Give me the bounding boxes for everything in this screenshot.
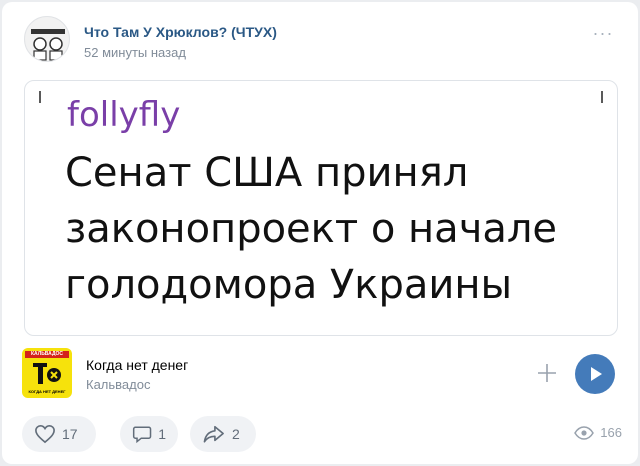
meme-text: Сенат США принял законопроект о начале г…: [65, 145, 605, 313]
meme-text-line: голодомора Украины: [65, 262, 513, 308]
track-title[interactable]: Когда нет денег: [86, 357, 188, 373]
like-button[interactable]: 17: [22, 416, 96, 452]
play-button[interactable]: [575, 354, 615, 394]
eye-icon: [574, 425, 595, 440]
view-count: 166: [600, 425, 622, 440]
meme-author: follyfly: [67, 95, 181, 135]
post-card: Что Там У Хрюклов? (ЧТУХ) 52 минуты наза…: [2, 2, 638, 464]
meme-text-line: законопроект о начале: [65, 206, 558, 252]
quote-mark-left: [39, 91, 41, 103]
plus-icon: [538, 364, 556, 382]
group-name-link[interactable]: Что Там У Хрюклов? (ЧТУХ): [84, 24, 277, 40]
comment-button[interactable]: 1: [120, 416, 178, 452]
share-button[interactable]: 2: [190, 416, 256, 452]
views-counter: 166: [574, 425, 622, 440]
quote-mark-right: [601, 91, 603, 103]
heart-icon: [35, 424, 55, 444]
group-avatar[interactable]: [24, 16, 70, 62]
comment-count: 1: [158, 426, 166, 442]
post-actions: 17 1 2 166: [22, 416, 622, 452]
cover-bottom-label: КОГДА НЕТ ДЕНЕГ: [28, 389, 66, 394]
share-icon: [203, 425, 224, 443]
album-cover[interactable]: КАЛЬВАДОС КОГДА НЕТ ДЕНЕГ: [22, 348, 72, 398]
share-count: 2: [232, 426, 240, 442]
post-timestamp[interactable]: 52 минуты назад: [84, 45, 186, 60]
play-icon: [591, 367, 602, 381]
post-image[interactable]: follyfly Сенат США принял законопроект о…: [24, 80, 618, 336]
track-artist[interactable]: Кальвадос: [86, 377, 150, 392]
add-track-button[interactable]: [534, 360, 560, 386]
audio-attachment: КАЛЬВАДОС КОГДА НЕТ ДЕНЕГ Когда нет дене…: [22, 348, 622, 398]
meme-text-line: Сенат США принял: [65, 150, 469, 196]
more-horizontal-icon[interactable]: ···: [590, 24, 616, 46]
like-count: 17: [62, 426, 78, 442]
comment-icon: [132, 426, 152, 444]
post-header: Что Там У Хрюклов? (ЧТУХ) 52 минуты наза…: [24, 16, 620, 66]
